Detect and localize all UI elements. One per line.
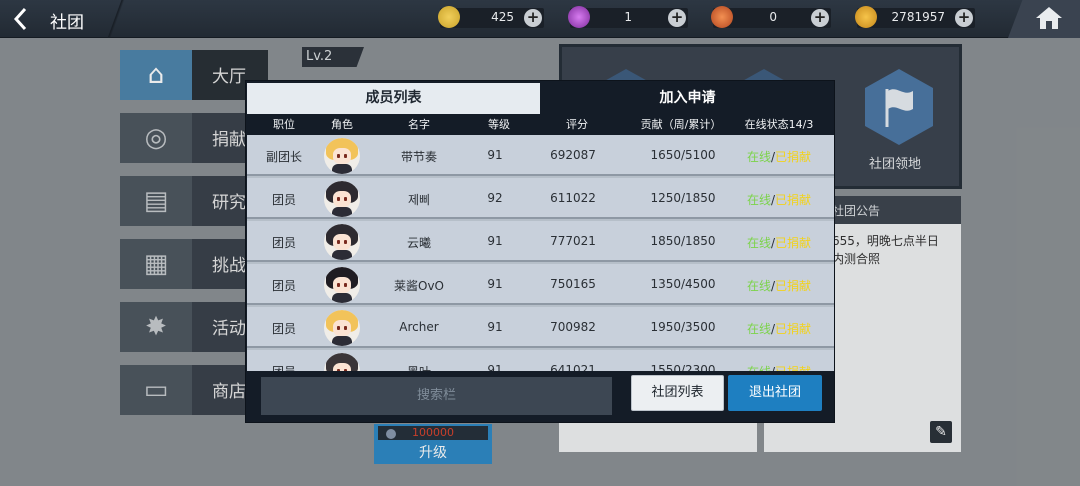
table-row[interactable]: 团员 莱酱OvO 91 750165 1350/4500 在线/已捐献: [247, 264, 834, 305]
member-score: 692087: [550, 148, 596, 162]
donated-status: 已捐献: [775, 236, 812, 250]
table-row[interactable]: 团员 黑叶 91 641021 1550/2300 在线/已捐献: [247, 350, 834, 371]
red-token-icon: [711, 6, 733, 28]
resource-gold-currency: 2781957 +: [855, 6, 975, 28]
online-status: 在线: [746, 150, 771, 164]
member-avatar: [324, 138, 360, 174]
member-list[interactable]: 副团长 带节奏 91 692087 1650/5100 在线/已捐献 团员 제삐 92 61102…: [247, 135, 834, 371]
member-position: 副团长: [265, 150, 303, 164]
col-position: 职位: [273, 118, 295, 131]
member-score: 700982: [550, 320, 596, 334]
add-gold-currency-button[interactable]: +: [955, 9, 973, 27]
add-purple-gem-button[interactable]: +: [668, 9, 686, 27]
home-icon: [1036, 7, 1062, 29]
member-contribution: 1950/3500: [650, 320, 716, 334]
top-bar: 社团 425 + 1 + 0 + 2781957 +: [0, 0, 1080, 38]
online-status: 在线: [746, 322, 771, 336]
member-avatar: [324, 353, 360, 371]
member-score: 641021: [550, 363, 596, 371]
title-divider: [100, 0, 130, 38]
member-position: 团员: [272, 363, 296, 371]
member-name: 莱酱OvO: [394, 279, 444, 293]
home-button[interactable]: [1008, 0, 1080, 38]
online-status: 在线: [746, 193, 771, 207]
resource-purple-gem: 1 +: [568, 6, 688, 28]
member-score: 611022: [550, 191, 596, 205]
member-contribution: 1550/2300: [650, 363, 716, 371]
table-row[interactable]: 团员 Archer 91 700982 1950/3500 在线/已捐献: [247, 307, 834, 348]
member-level: 91: [487, 363, 503, 371]
member-contribution: 1850/1850: [650, 234, 716, 248]
member-avatar: [324, 181, 360, 217]
col-level: 等级: [488, 118, 510, 131]
purple-gem-icon: [568, 6, 590, 28]
member-score: 750165: [550, 277, 596, 291]
donated-status: 已捐献: [775, 150, 812, 164]
member-name: 带节奏: [400, 150, 438, 164]
col-name: 名字: [408, 118, 430, 131]
col-contribution: 贡献（周/累计）: [640, 118, 722, 131]
member-name: Archer: [399, 320, 439, 334]
member-status: 在线/已捐献: [747, 320, 811, 337]
member-contribution: 1250/1850: [650, 191, 716, 205]
resource-red-token: 0 +: [711, 6, 831, 28]
resource-gold-coin: 425 +: [438, 6, 544, 28]
member-contribution: 1350/4500: [650, 277, 716, 291]
page-title: 社团: [50, 13, 84, 33]
member-position: 团员: [271, 236, 297, 250]
member-position: 团员: [271, 193, 297, 207]
online-status: 在线: [746, 279, 771, 293]
col-score: 评分: [566, 118, 588, 131]
club-list-button[interactable]: 社团列表: [631, 375, 724, 411]
tab-member-list[interactable]: 成员列表: [247, 83, 540, 114]
member-contribution: 1650/5100: [650, 148, 716, 162]
gold-coin-icon: [438, 6, 460, 28]
member-avatar: [324, 267, 360, 303]
member-level: 92: [487, 191, 503, 205]
member-name: 云曦: [406, 236, 432, 250]
back-arrow-icon[interactable]: [10, 6, 32, 32]
member-status: 在线/已捐献: [747, 363, 811, 371]
donated-status: 已捐献: [775, 365, 811, 371]
online-status: 在线: [746, 236, 771, 250]
member-status: 在线/已捐献: [747, 234, 811, 251]
add-gold-coin-button[interactable]: +: [524, 9, 542, 27]
member-level: 91: [487, 148, 503, 162]
table-row[interactable]: 团员 제삐 92 611022 1250/1850 在线/已捐献: [247, 178, 834, 219]
member-status: 在线/已捐献: [747, 277, 811, 294]
member-name: 黑叶: [407, 363, 431, 371]
col-status: 在线状态14/3: [744, 118, 814, 131]
member-score: 777021: [550, 234, 596, 248]
member-avatar: [324, 310, 360, 346]
member-name: 제삐: [407, 193, 431, 207]
donated-status: 已捐献: [775, 279, 812, 293]
table-row[interactable]: 团员 云曦 91 777021 1850/1850 在线/已捐献: [247, 221, 834, 262]
member-list-modal: 成员列表 加入申请 职位 角色 名字 等级 评分 贡献（周/累计） 在线状态14…: [245, 80, 835, 423]
member-table-header: 职位 角色 名字 等级 评分 贡献（周/累计） 在线状态14/3: [247, 114, 834, 134]
member-level: 91: [487, 320, 503, 334]
donated-status: 已捐献: [775, 193, 812, 207]
member-avatar: [324, 224, 360, 260]
online-status: 在线: [747, 365, 771, 371]
gold-currency-icon: [855, 6, 877, 28]
add-red-token-button[interactable]: +: [811, 9, 829, 27]
member-level: 91: [487, 277, 503, 291]
member-level: 91: [487, 234, 503, 248]
member-status: 在线/已捐献: [747, 191, 811, 208]
table-row[interactable]: 副团长 带节奏 91 692087 1650/5100 在线/已捐献: [247, 135, 834, 176]
member-position: 团员: [271, 322, 297, 336]
donated-status: 已捐献: [775, 322, 812, 336]
tab-join-requests[interactable]: 加入申请: [541, 83, 834, 114]
search-input[interactable]: 搜索栏: [261, 377, 612, 415]
quit-club-button[interactable]: 退出社团: [728, 375, 822, 411]
member-status: 在线/已捐献: [747, 148, 811, 165]
col-role: 角色: [331, 118, 353, 131]
member-position: 团员: [271, 279, 297, 293]
